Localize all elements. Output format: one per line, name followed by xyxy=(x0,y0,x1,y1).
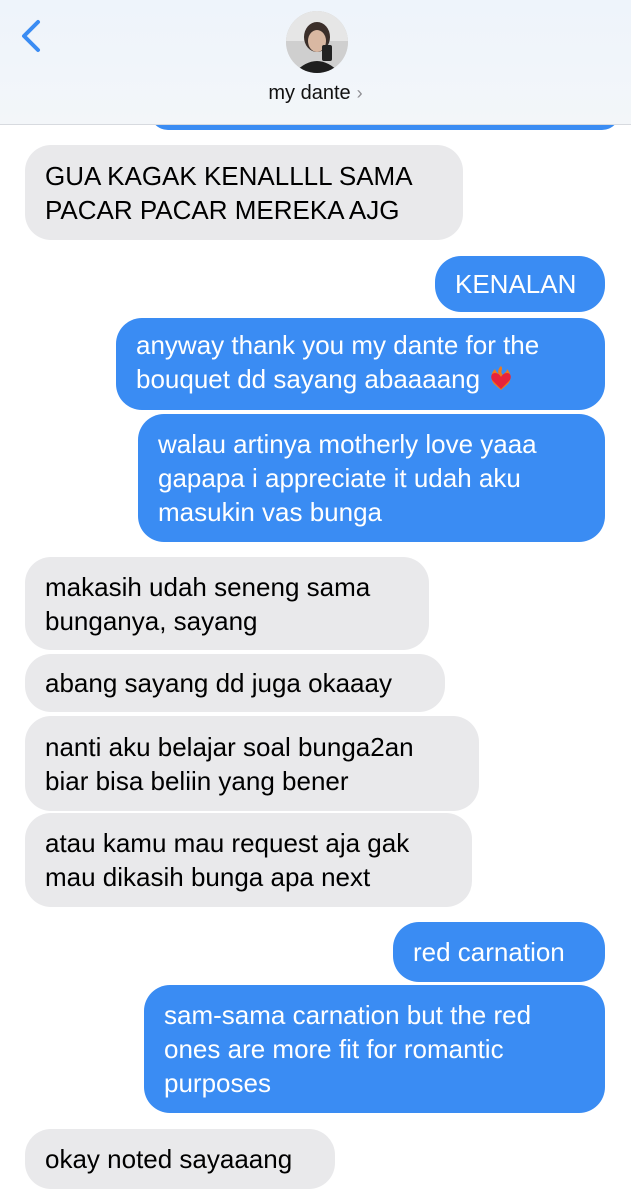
chevron-right-icon: › xyxy=(356,83,363,103)
back-button[interactable] xyxy=(14,16,54,56)
message-text: walau artinya motherly love yaaa gapapa … xyxy=(158,429,537,527)
contact-name-button[interactable]: my dante › xyxy=(0,82,631,105)
chevron-left-icon xyxy=(22,20,40,52)
message-text: KENALAN xyxy=(455,269,577,299)
contact-name: my dante xyxy=(268,82,351,104)
message-sent[interactable]: sam-sama carnation but the red ones are … xyxy=(144,985,605,1113)
heart-on-fire-emoji xyxy=(486,362,516,400)
message-text: red carnation xyxy=(413,937,565,967)
contact-avatar[interactable] xyxy=(286,11,348,73)
message-received[interactable]: atau kamu mau request aja gak mau dikasi… xyxy=(25,813,472,907)
message-text: anyway thank you my dante for the bouque… xyxy=(136,328,539,400)
message-sent[interactable]: red carnation xyxy=(393,922,605,982)
message-received[interactable]: okay noted sayaaang xyxy=(25,1129,335,1189)
message-sent[interactable]: walau artinya motherly love yaaa gapapa … xyxy=(138,414,605,542)
message-text: GUA KAGAK KENALLLL SAMA PACAR PACAR MERE… xyxy=(45,160,413,225)
message-received[interactable]: GUA KAGAK KENALLLL SAMA PACAR PACAR MERE… xyxy=(25,145,463,240)
message-text: atau kamu mau request aja gak mau dikasi… xyxy=(45,828,410,892)
message-text: sam-sama carnation but the red ones are … xyxy=(164,1000,532,1098)
message-text: makasih udah seneng sama bunganya, sayan… xyxy=(45,571,371,636)
message-text: nanti aku belajar soal bunga2an biar bis… xyxy=(45,731,414,796)
message-sent[interactable]: anyway thank you my dante for the bouque… xyxy=(116,318,605,410)
message-received[interactable]: makasih udah seneng sama bunganya, sayan… xyxy=(25,557,429,650)
conversation-header: my dante › xyxy=(0,0,631,125)
message-text: okay noted sayaaang xyxy=(45,1144,293,1174)
message-received[interactable]: abang sayang dd juga okaaay xyxy=(25,654,445,712)
avatar-photo xyxy=(286,11,348,73)
message-text: abang sayang dd juga okaaay xyxy=(45,668,392,698)
message-sent[interactable]: KENALAN xyxy=(435,256,605,312)
message-received[interactable]: nanti aku belajar soal bunga2an biar bis… xyxy=(25,716,479,811)
